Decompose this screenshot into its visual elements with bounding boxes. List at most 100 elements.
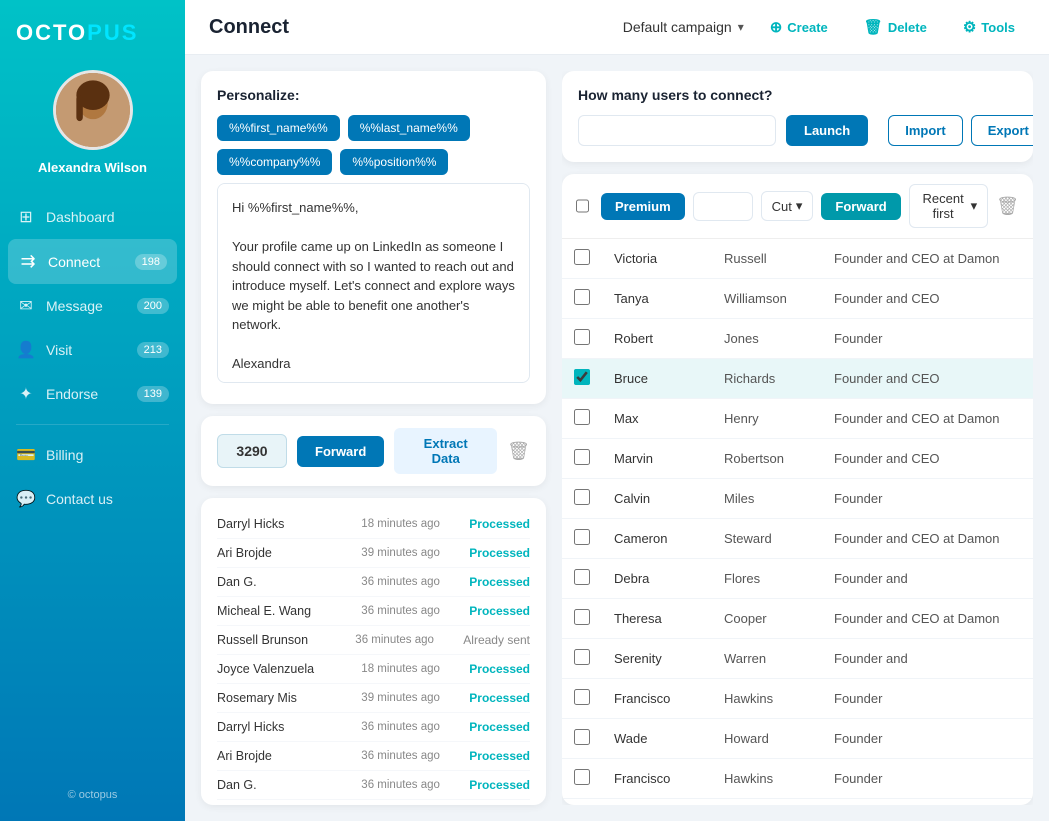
row-checkbox[interactable] xyxy=(574,249,590,265)
activity-time: 36 minutes ago xyxy=(361,779,461,791)
row-checkbox-cell[interactable] xyxy=(562,319,602,359)
sidebar-item-dashboard[interactable]: ⊞ Dashboard xyxy=(0,195,185,239)
row-checkbox-cell[interactable] xyxy=(562,399,602,439)
sidebar-item-label: Billing xyxy=(46,447,83,463)
sidebar-item-contact[interactable]: 💬 Contact us xyxy=(0,477,185,521)
cut-dropdown[interactable]: Cut ▾ xyxy=(761,191,814,221)
campaign-selector[interactable]: Default campaign ▾ xyxy=(623,19,744,35)
activity-list: Darryl Hicks 18 minutes ago Processed Ar… xyxy=(201,498,546,805)
row-checkbox-cell[interactable] xyxy=(562,279,602,319)
sidebar-item-connect[interactable]: ⇉ Connect 198 xyxy=(8,239,177,284)
trash-icon: 🗑 xyxy=(996,196,1019,216)
forward-filter-button[interactable]: Forward xyxy=(821,193,900,220)
activity-item: Rosemary Mis 39 minutes ago Processed xyxy=(217,684,530,713)
row-checkbox[interactable] xyxy=(574,769,590,785)
row-checkbox-cell[interactable] xyxy=(562,519,602,559)
create-button[interactable]: ⊕ Create xyxy=(760,12,838,42)
row-checkbox-cell[interactable] xyxy=(562,719,602,759)
table-filters: Premium Cut ▾ Forward Recent first ▾ 🗑 xyxy=(562,174,1033,239)
row-checkbox[interactable] xyxy=(574,529,590,545)
message-icon: ✉ xyxy=(16,296,36,316)
sidebar-item-visit[interactable]: 👤 Visit 213 xyxy=(0,328,185,372)
import-button[interactable]: Import xyxy=(888,115,962,146)
activity-status: Processed xyxy=(469,749,530,763)
premium-filter-button[interactable]: Premium xyxy=(601,193,685,220)
sidebar-item-label: Connect xyxy=(48,254,100,270)
contact-role: Founder and CEO xyxy=(822,279,1033,319)
table-row: Victoria Russell Founder and CEO at Damo… xyxy=(562,239,1033,279)
delete-list-button[interactable]: 🗑 xyxy=(507,441,530,462)
table-row: Calvin Miles Founder xyxy=(562,479,1033,519)
row-checkbox[interactable] xyxy=(574,289,590,305)
row-checkbox-cell[interactable] xyxy=(562,439,602,479)
row-checkbox[interactable] xyxy=(574,729,590,745)
row-checkbox-cell[interactable] xyxy=(562,639,602,679)
message-textarea[interactable]: Hi %%first_name%%, Your profile came up … xyxy=(217,183,530,383)
row-checkbox[interactable] xyxy=(574,649,590,665)
row-checkbox[interactable] xyxy=(574,569,590,585)
sidebar-item-billing[interactable]: 💳 Billing xyxy=(0,433,185,477)
contact-role: Founder and xyxy=(822,639,1033,679)
forward-button[interactable]: Forward xyxy=(297,436,384,467)
activity-status: Already sent xyxy=(463,633,530,647)
export-button[interactable]: Export xyxy=(971,115,1033,146)
row-checkbox[interactable] xyxy=(574,449,590,465)
contact-first-name: Marvin xyxy=(602,439,712,479)
left-panel: Personalize: %%first_name%% %%last_name%… xyxy=(201,71,546,805)
row-checkbox[interactable] xyxy=(574,609,590,625)
gear-icon: ⚙ xyxy=(963,18,976,36)
row-checkbox[interactable] xyxy=(574,689,590,705)
visit-badge: 213 xyxy=(137,342,169,358)
extract-data-button[interactable]: Extract Data xyxy=(394,428,497,474)
clear-filter-button[interactable]: 🗑 xyxy=(996,196,1019,217)
contact-first-name: Cameron xyxy=(602,519,712,559)
sidebar-item-endorse[interactable]: ✦ Endorse 139 xyxy=(0,372,185,416)
activity-status: Processed xyxy=(469,575,530,589)
personalize-label: Personalize: xyxy=(217,87,530,103)
row-checkbox[interactable] xyxy=(574,409,590,425)
launch-button[interactable]: Launch xyxy=(786,115,868,146)
cut-input[interactable] xyxy=(693,192,753,221)
contact-last-name: Williamson xyxy=(712,279,822,319)
table-row: Wade Howard Founder xyxy=(562,719,1033,759)
row-checkbox-cell[interactable] xyxy=(562,759,602,799)
avatar xyxy=(53,70,133,150)
activity-item: Micheal E. Wang 3 days ago Processed xyxy=(217,800,530,805)
row-checkbox-cell[interactable] xyxy=(562,679,602,719)
activity-item: Micheal E. Wang 36 minutes ago Processed xyxy=(217,597,530,626)
token-first-name[interactable]: %%first_name%% xyxy=(217,115,340,141)
row-checkbox-cell[interactable] xyxy=(562,239,602,279)
delete-button[interactable]: 🗑 Delete xyxy=(854,12,937,42)
contact-role: Founder and CEO at Damon xyxy=(822,599,1033,639)
sidebar-item-label: Dashboard xyxy=(46,209,115,225)
bottom-action-bar: 3290 Forward Extract Data 🗑 xyxy=(201,416,546,486)
row-checkbox-cell[interactable] xyxy=(562,479,602,519)
select-all-checkbox[interactable] xyxy=(576,198,589,214)
row-checkbox[interactable] xyxy=(574,489,590,505)
recent-first-dropdown[interactable]: Recent first ▾ xyxy=(909,184,988,228)
users-count-input[interactable] xyxy=(578,115,776,146)
count-display: 3290 xyxy=(217,434,287,468)
row-checkbox-cell[interactable] xyxy=(562,559,602,599)
users-connect-controls: Launch Import Export xyxy=(578,115,1017,146)
activity-item: Dan G. 36 minutes ago Processed xyxy=(217,771,530,800)
logo: OCTOPUS xyxy=(0,20,154,46)
row-checkbox-cell[interactable] xyxy=(562,599,602,639)
contact-last-name: Richards xyxy=(712,359,822,399)
sidebar-item-message[interactable]: ✉ Message 200 xyxy=(0,284,185,328)
token-position[interactable]: %%position%% xyxy=(340,149,448,175)
row-checkbox-cell[interactable] xyxy=(562,359,602,399)
activity-name: Darryl Hicks xyxy=(217,720,353,734)
sidebar-item-label: Message xyxy=(46,298,103,314)
row-checkbox[interactable] xyxy=(574,369,590,385)
trash-icon: 🗑 xyxy=(864,18,883,36)
activity-item: Darryl Hicks 36 minutes ago Processed xyxy=(217,713,530,742)
contact-first-name: Theresa xyxy=(602,599,712,639)
token-last-name[interactable]: %%last_name%% xyxy=(348,115,470,141)
contact-role: Founder and CEO xyxy=(822,439,1033,479)
row-checkbox[interactable] xyxy=(574,329,590,345)
tools-button[interactable]: ⚙ Tools xyxy=(953,12,1025,42)
table-row: Cameron Steward Founder and CEO at Damon xyxy=(562,519,1033,559)
token-company[interactable]: %%company%% xyxy=(217,149,332,175)
activity-item: Joyce Valenzuela 18 minutes ago Processe… xyxy=(217,655,530,684)
